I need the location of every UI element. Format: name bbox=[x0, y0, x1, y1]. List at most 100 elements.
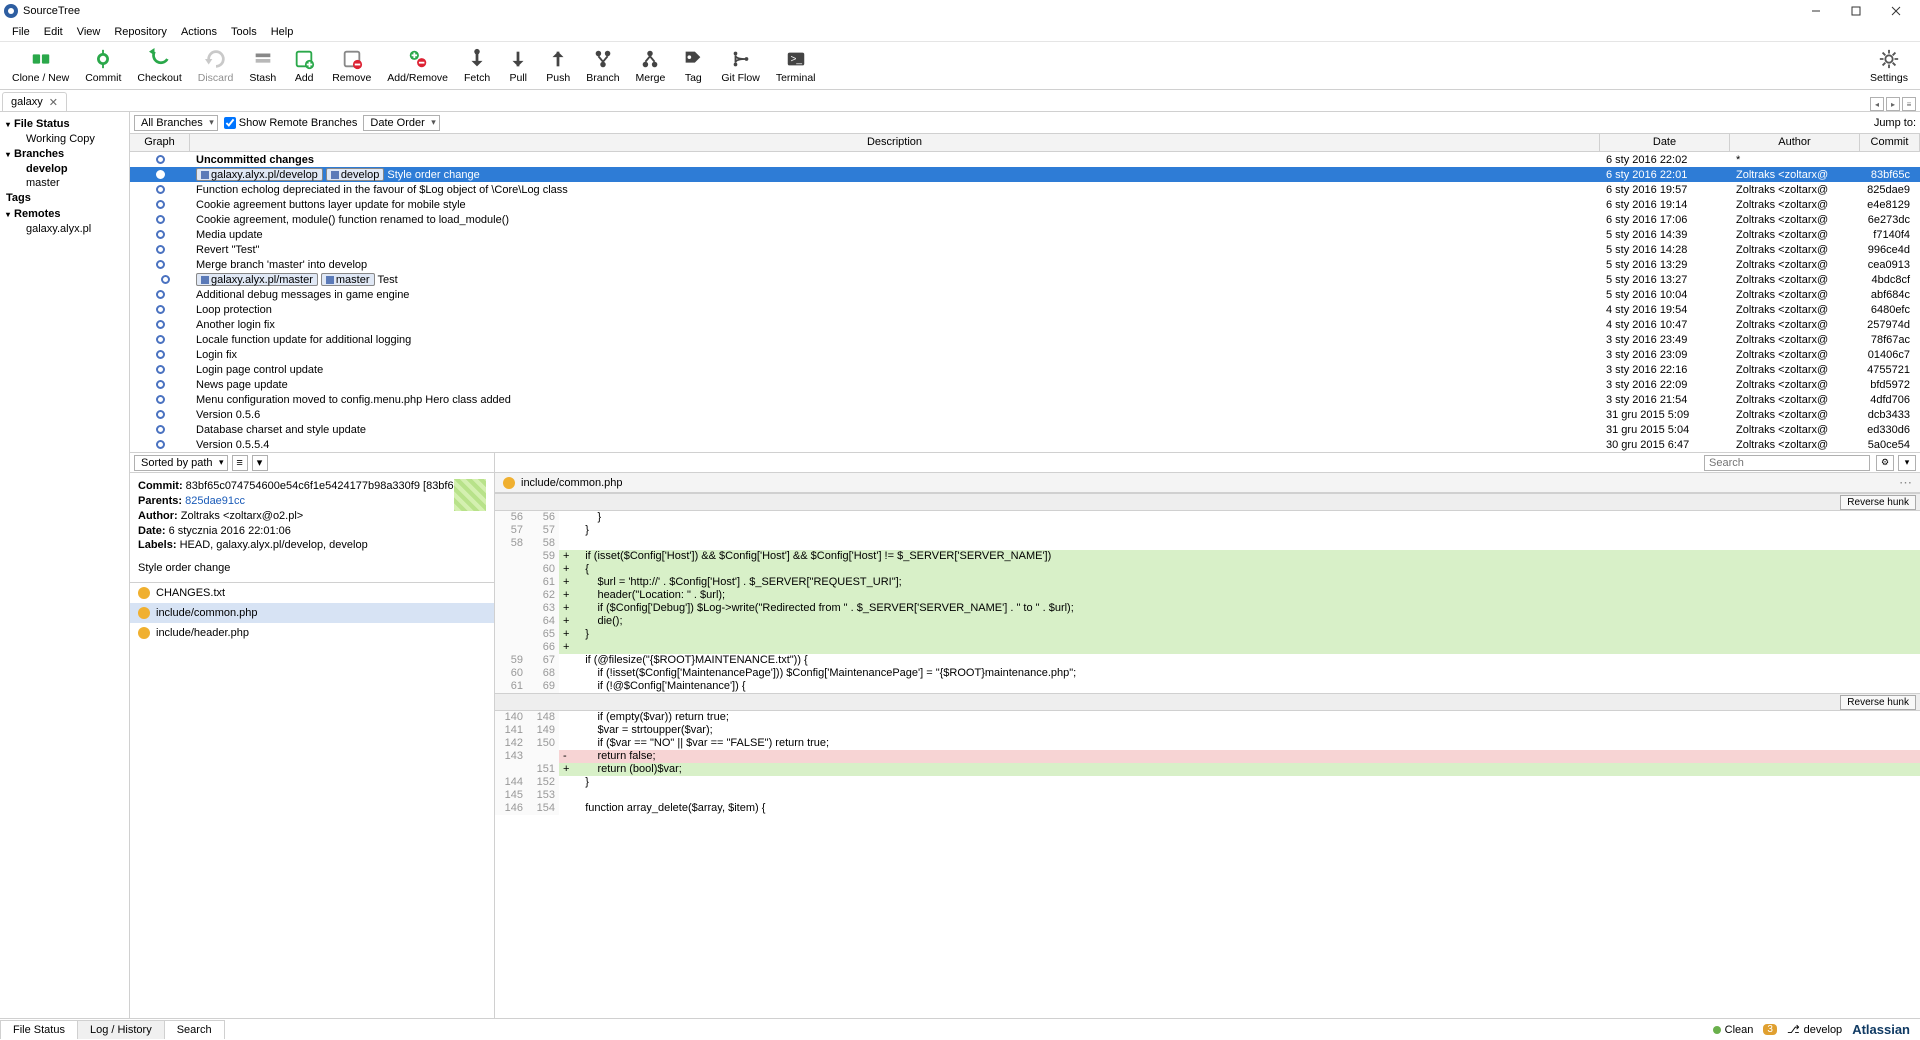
sidebar-item-working-copy[interactable]: Working Copy bbox=[0, 132, 129, 146]
commit-row[interactable]: Additional debug messages in game engine… bbox=[130, 287, 1920, 302]
menu-edit[interactable]: Edit bbox=[38, 24, 69, 40]
sidebar-header-remotes[interactable]: ▾Remotes bbox=[0, 206, 129, 222]
toolbar-addremove-button[interactable]: Add/Remove bbox=[379, 45, 456, 86]
diff-line[interactable]: 63 if ($Config['Debug']) $Log->write("Re… bbox=[495, 602, 1920, 615]
ref-badge[interactable]: galaxy.alyx.pl/master bbox=[196, 273, 318, 286]
nav-menu-button[interactable]: ≡ bbox=[1902, 97, 1916, 111]
diff-search-input[interactable] bbox=[1704, 455, 1870, 471]
diff-line[interactable]: 65 } bbox=[495, 628, 1920, 641]
menu-repository[interactable]: Repository bbox=[108, 24, 173, 40]
toolbar-push-button[interactable]: Push bbox=[538, 45, 578, 86]
commit-row[interactable]: Revert "Test"5 sty 2016 14:28Zoltraks <z… bbox=[130, 242, 1920, 257]
commit-row[interactable]: Merge branch 'master' into develop5 sty … bbox=[130, 257, 1920, 272]
commit-row[interactable]: Cookie agreement buttons layer update fo… bbox=[130, 197, 1920, 212]
diff-line[interactable]: 143 return false; bbox=[495, 750, 1920, 763]
toolbar-add-button[interactable]: Add bbox=[284, 45, 324, 86]
toolbar-fetch-button[interactable]: Fetch bbox=[456, 45, 498, 86]
diff-line[interactable]: 140148 if (empty($var)) return true; bbox=[495, 711, 1920, 724]
view-tree-button[interactable]: ▾ bbox=[252, 455, 268, 471]
diff-more-button[interactable]: ▾ bbox=[1898, 455, 1916, 471]
commit-row[interactable]: Loop protection4 sty 2016 19:54Zoltraks … bbox=[130, 302, 1920, 317]
diff-line[interactable]: 66 bbox=[495, 641, 1920, 654]
commit-row[interactable]: Login page control update3 sty 2016 22:1… bbox=[130, 362, 1920, 377]
close-icon[interactable]: ✕ bbox=[49, 96, 58, 109]
commit-row[interactable]: Media update5 sty 2016 14:39Zoltraks <zo… bbox=[130, 227, 1920, 242]
sidebar-header-filestatus[interactable]: ▾File Status bbox=[0, 116, 129, 132]
menu-help[interactable]: Help bbox=[265, 24, 300, 40]
toolbar-commit-button[interactable]: Commit bbox=[77, 45, 129, 86]
commit-row[interactable]: Locale function update for additional lo… bbox=[130, 332, 1920, 347]
reverse-hunk-button[interactable]: Reverse hunk bbox=[1840, 695, 1916, 710]
menu-view[interactable]: View bbox=[71, 24, 107, 40]
commit-row[interactable]: News page update3 sty 2016 22:09Zoltraks… bbox=[130, 377, 1920, 392]
commit-row[interactable]: Uncommitted changes6 sty 2016 22:02* bbox=[130, 152, 1920, 167]
file-list[interactable]: CHANGES.txtinclude/common.phpinclude/hea… bbox=[130, 582, 494, 1018]
close-button[interactable] bbox=[1876, 1, 1916, 21]
commit-row[interactable]: Menu configuration moved to config.menu.… bbox=[130, 392, 1920, 407]
diff-line[interactable]: 142150 if ($var == "NO" || $var == "FALS… bbox=[495, 737, 1920, 750]
diff-viewer[interactable]: Reverse hunk5656 }5757 }585859 if (isset… bbox=[495, 493, 1920, 1018]
toolbar-clone-button[interactable]: Clone / New bbox=[4, 45, 77, 86]
branch-filter-dropdown[interactable]: All Branches bbox=[134, 115, 218, 131]
diff-line[interactable]: 144152 } bbox=[495, 776, 1920, 789]
diff-line[interactable]: 5967 if (@filesize("{$ROOT}MAINTENANCE.t… bbox=[495, 654, 1920, 667]
diff-line[interactable]: 141149 $var = strtoupper($var); bbox=[495, 724, 1920, 737]
col-graph[interactable]: Graph bbox=[130, 134, 190, 151]
diff-line[interactable]: 5656 } bbox=[495, 511, 1920, 524]
diff-line[interactable]: 5858 bbox=[495, 537, 1920, 550]
bottom-tab-search[interactable]: Search bbox=[164, 1020, 225, 1039]
diff-line[interactable]: 6068 if (!isset($Config['MaintenancePage… bbox=[495, 667, 1920, 680]
status-pending[interactable]: 3 bbox=[1763, 1024, 1777, 1035]
commit-row[interactable]: Login fix3 sty 2016 23:09Zoltraks <zolta… bbox=[130, 347, 1920, 362]
diff-line[interactable]: 60 { bbox=[495, 563, 1920, 576]
toolbar-discard-button[interactable]: Discard bbox=[190, 45, 242, 86]
diff-line[interactable]: 59 if (isset($Config['Host']) && $Config… bbox=[495, 550, 1920, 563]
toolbar-gitflow-button[interactable]: Git Flow bbox=[713, 45, 768, 86]
toolbar-branch-button[interactable]: Branch bbox=[578, 45, 627, 86]
diff-settings-button[interactable]: ⚙ bbox=[1876, 455, 1894, 471]
collapse-icon[interactable]: ⋯ bbox=[1899, 475, 1912, 491]
diff-line[interactable]: 5757 } bbox=[495, 524, 1920, 537]
sidebar-item-remote[interactable]: galaxy.alyx.pl bbox=[0, 222, 129, 236]
sidebar-header-tags[interactable]: Tags bbox=[0, 190, 129, 206]
file-row[interactable]: CHANGES.txt bbox=[130, 583, 494, 603]
toolbar-terminal-button[interactable]: >_Terminal bbox=[768, 45, 824, 86]
view-list-button[interactable]: ≡ bbox=[232, 455, 248, 471]
ref-badge[interactable]: develop bbox=[326, 168, 385, 181]
menu-actions[interactable]: Actions bbox=[175, 24, 223, 40]
col-date[interactable]: Date bbox=[1600, 134, 1730, 151]
menu-tools[interactable]: Tools bbox=[225, 24, 263, 40]
commit-row[interactable]: Version 0.5.631 gru 2015 5:09Zoltraks <z… bbox=[130, 407, 1920, 422]
maximize-button[interactable] bbox=[1836, 1, 1876, 21]
col-commit[interactable]: Commit bbox=[1860, 134, 1920, 151]
commit-row[interactable]: galaxy.alyx.pl/developdevelopStyle order… bbox=[130, 167, 1920, 182]
file-row[interactable]: include/common.php bbox=[130, 603, 494, 623]
toolbar-settings-button[interactable]: Settings bbox=[1862, 45, 1916, 86]
reverse-hunk-button[interactable]: Reverse hunk bbox=[1840, 495, 1916, 510]
order-dropdown[interactable]: Date Order bbox=[363, 115, 439, 131]
repo-tab-galaxy[interactable]: galaxy ✕ bbox=[2, 92, 67, 112]
sidebar-header-branches[interactable]: ▾Branches bbox=[0, 146, 129, 162]
toolbar-checkout-button[interactable]: Checkout bbox=[129, 45, 189, 86]
commit-list[interactable]: Uncommitted changes6 sty 2016 22:02*gala… bbox=[130, 152, 1920, 452]
col-author[interactable]: Author bbox=[1730, 134, 1860, 151]
commit-row[interactable]: Another login fix4 sty 2016 10:47Zoltrak… bbox=[130, 317, 1920, 332]
ref-badge[interactable]: galaxy.alyx.pl/develop bbox=[196, 168, 323, 181]
nav-back-button[interactable]: ◂ bbox=[1870, 97, 1884, 111]
bottom-tab-log-history[interactable]: Log / History bbox=[77, 1020, 165, 1039]
commit-row[interactable]: Function echolog depreciated in the favo… bbox=[130, 182, 1920, 197]
diff-line[interactable]: 145153 bbox=[495, 789, 1920, 802]
show-remote-checkbox[interactable]: Show Remote Branches bbox=[224, 117, 358, 129]
toolbar-stash-button[interactable]: Stash bbox=[241, 45, 284, 86]
sidebar-item-branch-master[interactable]: master bbox=[0, 176, 129, 190]
diff-line[interactable]: 64 die(); bbox=[495, 615, 1920, 628]
commit-row[interactable]: galaxy.alyx.pl/mastermasterTest5 sty 201… bbox=[130, 272, 1920, 287]
sidebar-item-branch-develop[interactable]: develop bbox=[0, 162, 129, 176]
diff-line[interactable]: 146154 function array_delete($array, $it… bbox=[495, 802, 1920, 815]
file-row[interactable]: include/header.php bbox=[130, 623, 494, 643]
sort-dropdown[interactable]: Sorted by path bbox=[134, 455, 228, 471]
toolbar-remove-button[interactable]: Remove bbox=[324, 45, 379, 86]
diff-line[interactable]: 61 $url = 'http://' . $Config['Host'] . … bbox=[495, 576, 1920, 589]
toolbar-pull-button[interactable]: Pull bbox=[498, 45, 538, 86]
bottom-tab-file-status[interactable]: File Status bbox=[0, 1020, 78, 1039]
